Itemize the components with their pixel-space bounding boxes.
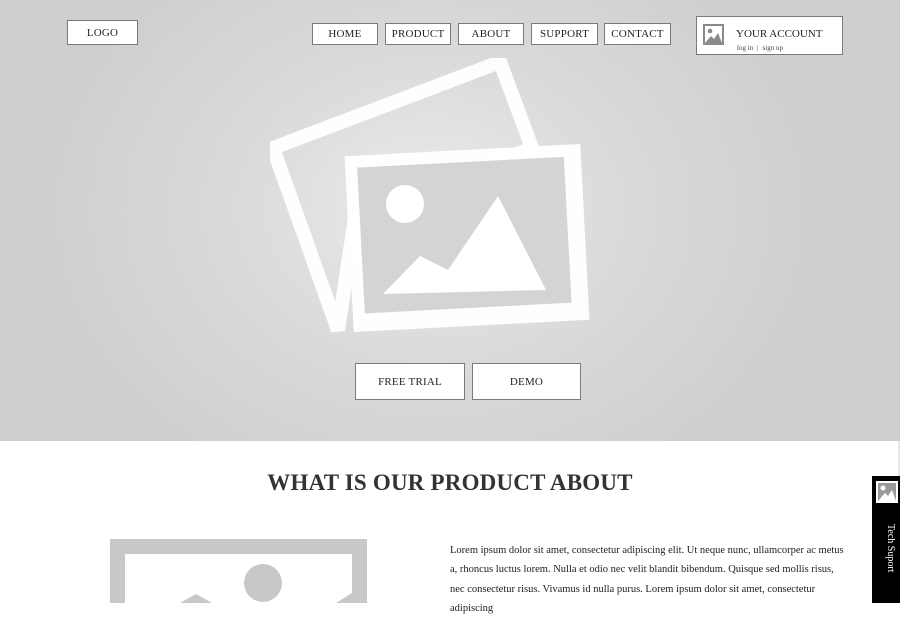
signup-link[interactable]: sign up <box>763 44 783 52</box>
account-link-separator: | <box>757 44 759 52</box>
tech-support-label: Tech Suport <box>885 524 896 573</box>
account-title: YOUR ACCOUNT <box>736 28 823 40</box>
nav-contact-link[interactable]: CONTACT <box>604 23 671 45</box>
free-trial-button[interactable]: FREE TRIAL <box>355 363 465 400</box>
content-image-placeholder-icon <box>110 539 367 603</box>
nav-product-link[interactable]: PRODUCT <box>385 23 451 45</box>
nav-support-link[interactable]: SUPPORT <box>531 23 598 45</box>
account-image-placeholder-icon <box>703 24 724 45</box>
login-link[interactable]: log in <box>737 44 753 52</box>
section-title: WHAT IS OUR PRODUCT ABOUT <box>267 470 633 495</box>
nav-home-link[interactable]: HOME <box>312 23 378 45</box>
tech-support-image-icon <box>876 481 898 503</box>
account-box[interactable]: YOUR ACCOUNT log in | sign up <box>696 16 843 55</box>
nav-about-link[interactable]: ABOUT <box>458 23 524 45</box>
account-links: log in | sign up <box>737 44 783 52</box>
hero-image-placeholder-icon <box>270 58 590 333</box>
section-body-text: Lorem ipsum dolor sit amet, consectetur … <box>450 545 844 614</box>
tech-support-tab[interactable]: Tech Suport <box>872 476 900 603</box>
logo[interactable]: LOGO <box>67 20 138 45</box>
demo-button[interactable]: DEMO <box>472 363 581 400</box>
